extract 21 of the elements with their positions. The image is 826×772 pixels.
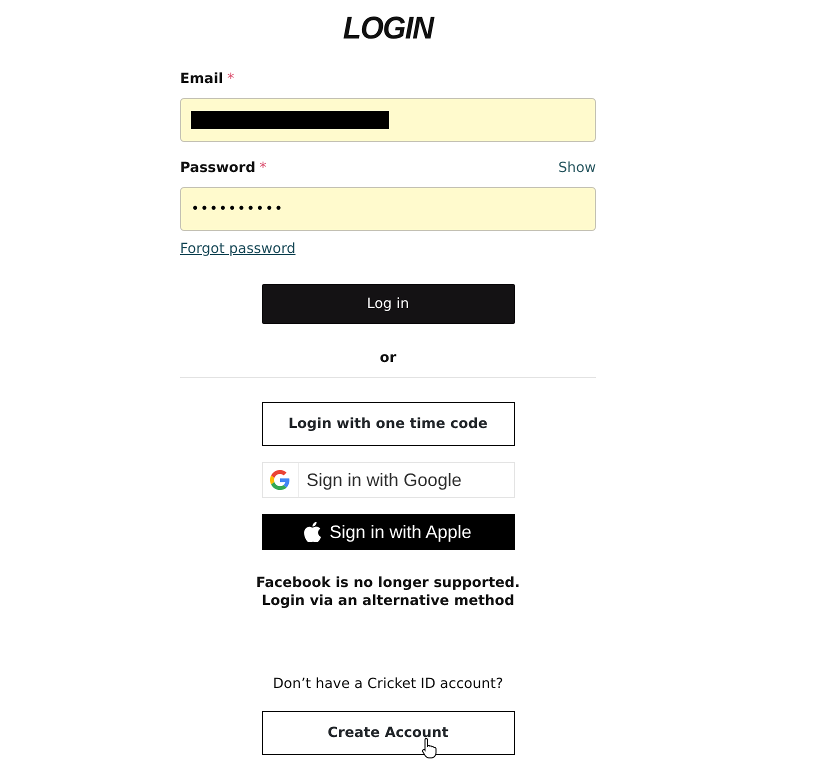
field-label: Email: [180, 70, 224, 89]
notice-text: Facebook is no longer supported.: [256, 574, 520, 592]
required-mark: *: [227, 70, 234, 89]
password-field[interactable]: ••••••••••: [180, 187, 596, 231]
create-account-button[interactable]: Create Account: [262, 711, 514, 756]
one-time-code-button[interactable]: Login with one time code: [262, 402, 514, 446]
pointer-cursor-icon: [422, 737, 438, 760]
show-password-link[interactable]: Show: [558, 158, 596, 179]
google-sign-in-button[interactable]: Sign in with Google: [262, 462, 514, 498]
required-mark: *: [259, 159, 266, 178]
signup-prompt: Don’t have a Cricket ID account?: [272, 675, 504, 694]
notice-text: Login via an alternative method: [260, 592, 516, 610]
google-logo-icon: [270, 470, 290, 490]
email-field[interactable]: [180, 98, 596, 142]
field-label: Password: [180, 159, 256, 178]
page-title: LOGIN: [343, 13, 433, 45]
divider-text: or: [380, 350, 396, 366]
login-button[interactable]: Log in: [262, 284, 514, 324]
forgot-password-link[interactable]: Forgot password: [180, 241, 296, 257]
apple-sign-in-button[interactable]: Sign in with Apple: [262, 514, 514, 550]
apple-logo-icon: [304, 522, 322, 542]
